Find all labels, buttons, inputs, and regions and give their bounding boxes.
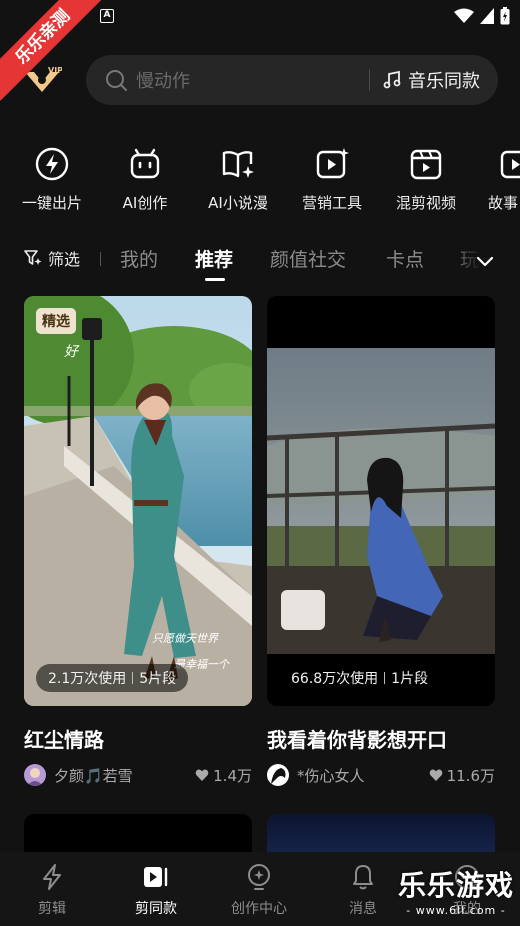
usage-divider bbox=[384, 672, 386, 684]
lightning-outline-icon bbox=[43, 864, 61, 890]
video-template-icon bbox=[144, 867, 168, 887]
card-title: 红尘情路 bbox=[24, 728, 104, 752]
watermark-title: 乐乐游戏 bbox=[398, 869, 515, 902]
watermark-url: - www.6ll.com - bbox=[406, 904, 506, 917]
balcony-woman-image bbox=[267, 296, 495, 706]
segment-count: 1片段 bbox=[391, 671, 429, 687]
music-template-label: 音乐同款 bbox=[408, 71, 480, 92]
author-avatar[interactable] bbox=[24, 764, 46, 786]
usage-divider bbox=[132, 672, 134, 684]
nav-label: 消息 bbox=[349, 901, 377, 917]
nav-messages[interactable]: 消息 bbox=[318, 862, 408, 918]
like-count[interactable]: 11.6万 bbox=[429, 765, 495, 786]
like-count[interactable]: 1.4万 bbox=[195, 765, 252, 786]
card-meta: *伤心女人 11.6万 bbox=[267, 763, 495, 787]
tool-ai-novel[interactable]: AI小说漫 bbox=[193, 146, 283, 213]
music-template-button[interactable]: 音乐同款 bbox=[370, 67, 498, 93]
tool-label: 故事 bbox=[488, 194, 519, 212]
robot-icon bbox=[130, 148, 160, 179]
filter-label: 筛选 bbox=[48, 250, 81, 269]
usage-stats: 66.8万次使用 1片段 bbox=[279, 664, 441, 692]
tool-ai-create[interactable]: AI创作 bbox=[100, 146, 190, 213]
book-icon bbox=[222, 151, 254, 178]
svg-text:VIP: VIP bbox=[48, 66, 62, 75]
play-sparkle-icon bbox=[316, 148, 349, 179]
card-meta: 夕颜🎵若雪 1.4万 bbox=[24, 763, 252, 787]
signal-icon bbox=[480, 8, 494, 24]
tool-mix-video[interactable]: 混剪视频 bbox=[381, 146, 471, 213]
tool-label: AI创作 bbox=[122, 194, 168, 212]
svg-text:只愿做天世界: 只愿做天世界 bbox=[152, 632, 219, 645]
filter-button[interactable]: 筛选 bbox=[24, 246, 80, 270]
usage-count: 2.1万次使用 bbox=[48, 671, 127, 687]
tab-beauty-social[interactable]: 颜值社交 bbox=[270, 245, 346, 272]
svg-text:好: 好 bbox=[64, 344, 80, 360]
tool-one-click[interactable]: 一键出片 bbox=[7, 146, 97, 213]
tool-label: AI小说漫 bbox=[208, 194, 268, 212]
like-value: 11.6万 bbox=[446, 766, 495, 785]
nav-template[interactable]: 剪同款 bbox=[111, 862, 201, 918]
site-watermark: 乐乐游戏 - www.6ll.com - bbox=[398, 869, 515, 918]
category-tabs: 筛选 我的 推荐 颜值社交 卡点 玩 bbox=[0, 240, 520, 281]
tab-recommend[interactable]: 推荐 bbox=[195, 245, 233, 272]
usage-stats: 2.1万次使用 5片段 bbox=[36, 664, 189, 692]
nav-label: 剪同款 bbox=[135, 901, 177, 917]
active-tab-indicator bbox=[205, 278, 225, 281]
segment-count: 5片段 bbox=[139, 671, 177, 687]
author-avatar[interactable] bbox=[267, 764, 289, 786]
chevron-down-icon[interactable] bbox=[474, 250, 496, 272]
a-notification-icon: A bbox=[100, 9, 114, 23]
nav-label: 创作中心 bbox=[231, 901, 287, 917]
battery-icon bbox=[500, 7, 510, 25]
nav-edit[interactable]: 剪辑 bbox=[7, 862, 97, 918]
bulb-icon bbox=[248, 864, 270, 890]
author-name[interactable]: 夕颜🎵若雪 bbox=[54, 765, 195, 786]
tab-beat[interactable]: 卡点 bbox=[386, 245, 424, 272]
heart-icon bbox=[195, 769, 209, 781]
search-bar[interactable]: 慢动作 音乐同款 bbox=[86, 55, 498, 105]
music-note-icon bbox=[383, 70, 401, 89]
card-title: 我看着你背影想开口 bbox=[267, 728, 447, 752]
tool-story[interactable]: 故事 bbox=[474, 146, 520, 213]
template-card[interactable]: 好 只愿做天世界 最幸福一个 精选 2.1万次使用 5片段 红尘情路 夕颜🎵若雪… bbox=[24, 296, 252, 787]
filter-icon bbox=[24, 250, 42, 265]
author-name[interactable]: *伤心女人 bbox=[297, 765, 429, 786]
tab-divider bbox=[100, 252, 101, 266]
lightning-icon bbox=[35, 147, 69, 181]
nav-creator-center[interactable]: 创作中心 bbox=[214, 862, 304, 918]
wifi-icon bbox=[454, 8, 474, 23]
template-card[interactable]: 66.8万次使用 1片段 我看着你背影想开口 *伤心女人 11.6万 bbox=[267, 296, 495, 787]
tool-label: 混剪视频 bbox=[395, 194, 456, 212]
clapper-icon bbox=[410, 149, 442, 180]
search-input[interactable]: 慢动作 bbox=[136, 67, 369, 93]
search-icon bbox=[106, 70, 127, 91]
bell-icon bbox=[353, 865, 373, 890]
usage-count: 66.8万次使用 bbox=[291, 671, 379, 687]
template-thumbnail[interactable]: 好 只愿做天世界 最幸福一个 精选 2.1万次使用 5片段 bbox=[24, 296, 252, 706]
heart-icon bbox=[429, 769, 442, 781]
featured-badge: 精选 bbox=[36, 308, 76, 334]
nav-label: 剪辑 bbox=[38, 901, 66, 917]
template-thumbnail[interactable]: 66.8万次使用 1片段 bbox=[267, 296, 495, 706]
status-icons bbox=[454, 7, 510, 25]
play-icon bbox=[500, 150, 520, 179]
tool-label: 营销工具 bbox=[301, 194, 362, 212]
tab-mine[interactable]: 我的 bbox=[120, 245, 158, 272]
tool-marketing[interactable]: 营销工具 bbox=[287, 146, 377, 213]
tool-label: 一键出片 bbox=[21, 194, 82, 212]
like-value: 1.4万 bbox=[213, 766, 252, 785]
tool-row: 一键出片 AI创作 AI小说漫 营销工具 混剪视频 故事 bbox=[0, 146, 520, 216]
lake-woman-image: 好 只愿做天世界 最幸福一个 bbox=[24, 296, 252, 706]
